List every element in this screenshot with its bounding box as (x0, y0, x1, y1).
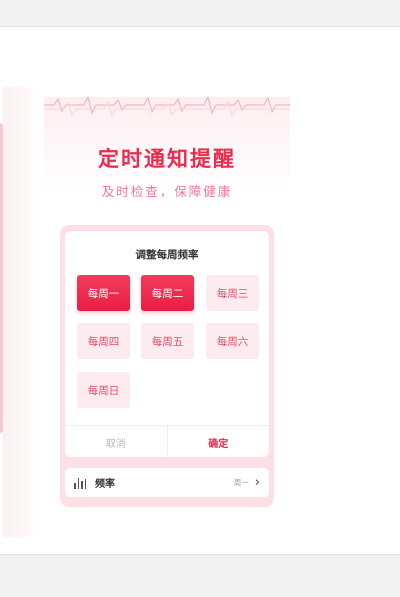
weekday-picker-dialog: 调整每周频率 每周一 每周二 每周三 每周四 每周五 每周六 每周日 取消 确定 (65, 231, 269, 457)
chevron-right-icon: › (254, 475, 260, 490)
confirm-button[interactable]: 确定 (168, 426, 270, 457)
frequency-row[interactable]: 频率 周一 › (65, 468, 269, 497)
dialog-actions: 取消 确定 (65, 425, 269, 457)
frequency-value: 周一 (233, 478, 249, 487)
adjacent-screen-edge (0, 123, 3, 433)
option-monday[interactable]: 每周一 (77, 275, 130, 311)
page-subtitle: 及时检查，保障健康 (101, 184, 233, 199)
cancel-button[interactable]: 取消 (65, 426, 168, 457)
preview-stage: 定时通知提醒 及时检查，保障健康 调整每周频率 每周一 每周二 每周三 每周四 … (0, 27, 400, 554)
option-sunday[interactable]: 每周日 (77, 372, 130, 408)
bottom-bar (0, 554, 400, 597)
frequency-card: 调整每周频率 每周一 每周二 每周三 每周四 每周五 每周六 每周日 取消 确定… (60, 225, 274, 507)
heartbeat-line (44, 97, 290, 127)
option-thursday[interactable]: 每周四 (77, 323, 130, 359)
frequency-label: 频率 (95, 479, 115, 490)
reminder-screen: 定时通知提醒 及时检查，保障健康 调整每周频率 每周一 每周二 每周三 每周四 … (44, 97, 290, 537)
option-saturday[interactable]: 每周六 (206, 323, 259, 359)
option-wednesday[interactable]: 每周三 (206, 275, 259, 311)
bar-chart-icon (74, 477, 88, 489)
option-tuesday[interactable]: 每周二 (141, 275, 194, 311)
left-shade (3, 87, 43, 537)
top-bar (0, 0, 400, 27)
option-friday[interactable]: 每周五 (141, 323, 194, 359)
page-title: 定时通知提醒 (98, 147, 236, 171)
dialog-title: 调整每周频率 (135, 249, 199, 261)
